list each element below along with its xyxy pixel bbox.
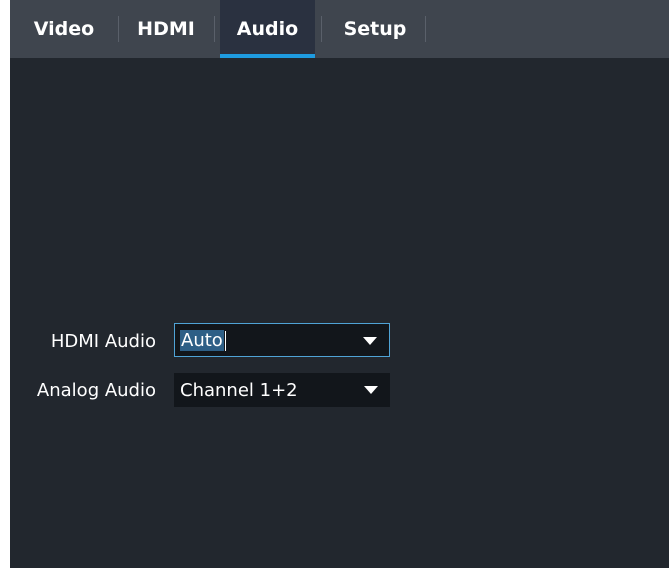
- tab-separator: [321, 16, 322, 42]
- text-caret: [224, 330, 226, 351]
- analog-audio-value: Channel 1+2: [180, 379, 298, 401]
- hdmi-audio-value-wrap: Auto: [175, 329, 226, 351]
- tab-hdmi[interactable]: HDMI: [118, 0, 214, 58]
- tab-bar: Video HDMI Audio Setup: [10, 0, 669, 58]
- tab-video[interactable]: Video: [20, 0, 108, 58]
- chevron-down-icon[interactable]: [363, 337, 377, 345]
- chevron-down-icon[interactable]: [364, 386, 378, 394]
- hdmi-audio-label: HDMI Audio: [50, 331, 156, 352]
- analog-audio-select[interactable]: Channel 1+2: [174, 373, 390, 407]
- hdmi-audio-select[interactable]: Auto: [174, 323, 390, 357]
- analog-audio-label: Analog Audio: [36, 380, 156, 401]
- tab-separator: [214, 16, 215, 42]
- tab-audio[interactable]: Audio: [220, 0, 315, 58]
- tab-setup[interactable]: Setup: [326, 0, 424, 58]
- hdmi-audio-value: Auto: [180, 329, 224, 351]
- settings-panel: Video HDMI Audio Setup HDMI Audio Auto A…: [10, 0, 669, 568]
- tab-separator: [425, 16, 426, 42]
